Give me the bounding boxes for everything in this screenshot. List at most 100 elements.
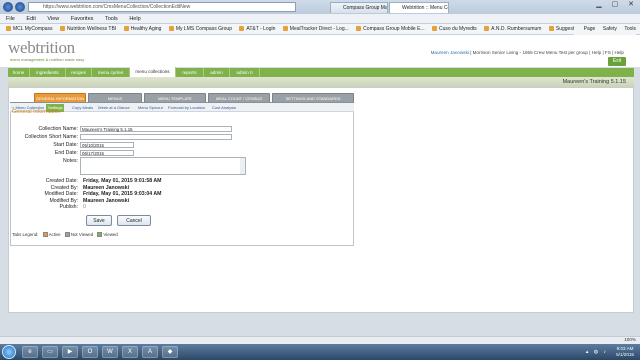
favorite-item[interactable]: Cuso du Myredts bbox=[431, 24, 477, 34]
modified-date-label: Modified Date: bbox=[44, 191, 78, 197]
nav-admin-ii[interactable]: admin II bbox=[230, 68, 260, 77]
favorite-icon bbox=[59, 26, 65, 32]
short-name-input[interactable] bbox=[80, 134, 232, 140]
collection-name-label: Collection Name: bbox=[38, 126, 79, 132]
save-button[interactable]: Save bbox=[86, 215, 112, 226]
media-player-icon[interactable]: ▶ bbox=[62, 346, 78, 358]
legend-viewed: Viewed bbox=[103, 232, 118, 237]
notes-scrollbar[interactable] bbox=[240, 158, 245, 174]
browser-statusbar bbox=[0, 336, 640, 344]
favorite-icon bbox=[282, 26, 288, 32]
legend-not-viewed: Not Viewed bbox=[70, 232, 94, 237]
subnav-copy-meals[interactable]: Copy Meals bbox=[72, 105, 93, 111]
section-heading: General Information bbox=[12, 109, 61, 115]
end-date-label: End Date: bbox=[54, 150, 78, 156]
created-date-value: Friday, May 01, 2015 9:01:58 AM bbox=[83, 178, 162, 184]
page-menu[interactable]: Page bbox=[584, 26, 596, 32]
folder-icon[interactable]: ▭ bbox=[42, 346, 58, 358]
menu-favorites[interactable]: Favorites bbox=[71, 16, 94, 22]
word-icon[interactable]: W bbox=[102, 346, 118, 358]
legend-viewed-swatch bbox=[97, 232, 103, 238]
browser-tab-compass[interactable]: Compass Group Managem... bbox=[330, 2, 388, 13]
menu-view[interactable]: View bbox=[47, 16, 59, 22]
favorite-item[interactable]: A.N.D. Rumbersumum bbox=[484, 24, 541, 34]
favorite-icon bbox=[123, 26, 129, 32]
nav-reports[interactable]: reports bbox=[176, 68, 204, 77]
excel-icon[interactable]: X bbox=[122, 346, 138, 358]
user-name[interactable]: Maureen Janowski bbox=[431, 50, 469, 55]
outlook-icon[interactable]: O bbox=[82, 346, 98, 358]
subnav-menu-spinout[interactable]: Menu Spinout bbox=[138, 105, 163, 111]
clock-date: 5/1/2015 bbox=[616, 352, 634, 357]
favorite-icon bbox=[484, 26, 490, 32]
menu-tools[interactable]: Tools bbox=[105, 16, 118, 22]
modified-by-value: Maureen Janowski bbox=[83, 197, 130, 204]
app-logo[interactable]: webtrition bbox=[8, 38, 75, 58]
tab-menu-template[interactable]: MENU TEMPLATE bbox=[144, 93, 206, 102]
app-icon[interactable]: ◆ bbox=[162, 346, 178, 358]
zoom-level[interactable]: 100% bbox=[624, 337, 636, 342]
favorite-icon bbox=[356, 26, 362, 32]
nav-home[interactable]: home bbox=[8, 68, 30, 77]
favorite-icon bbox=[431, 26, 437, 32]
notes-label: Notes: bbox=[63, 158, 78, 164]
end-date-input[interactable]: 06/17/2015 bbox=[80, 150, 134, 156]
browser-menubar: File Edit View Favorites Tools Help bbox=[0, 14, 640, 24]
tools-menu[interactable]: Tools bbox=[624, 26, 636, 32]
browser-tab-webtrition[interactable]: Webtrition :: Menu Collect... bbox=[389, 2, 449, 13]
app-tagline: menu management & nutrition made easy bbox=[10, 57, 85, 62]
safety-menu[interactable]: Safety bbox=[603, 26, 617, 32]
ie-icon[interactable]: e bbox=[22, 346, 38, 358]
browser-command-bar: Page Safety Tools bbox=[573, 24, 636, 35]
window-controls[interactable]: ▁ ▢ ✕ bbox=[596, 0, 638, 10]
address-bar[interactable]: https://www.webtrition.com/CmsMenuCollec… bbox=[28, 2, 296, 12]
favorite-item[interactable]: Healthy Aging bbox=[123, 24, 161, 34]
collection-name-input[interactable]: Maureen's Training 5.1.15 bbox=[80, 126, 232, 132]
menu-help[interactable]: Help bbox=[129, 16, 140, 22]
cancel-button[interactable]: Cancel bbox=[117, 215, 151, 226]
exit-button[interactable]: Exit bbox=[608, 57, 626, 66]
favorite-item[interactable]: MCL MyCompass bbox=[6, 24, 53, 34]
subnav-forecast-by-location[interactable]: Forecast by Location bbox=[168, 105, 205, 111]
nav-ingredients[interactable]: ingredients bbox=[30, 68, 66, 77]
favorite-item[interactable]: Compass Group Mobile E... bbox=[356, 24, 425, 34]
screen: https://www.webtrition.com/CmsMenuCollec… bbox=[0, 0, 640, 360]
clock[interactable]: 9:03 AM 5/1/2015 bbox=[616, 346, 634, 358]
system-tray[interactable]: ▴ ◍ ♪ bbox=[586, 349, 608, 355]
notes-textarea[interactable] bbox=[80, 157, 246, 175]
favorite-item[interactable]: My LMS Compass Group bbox=[168, 24, 232, 34]
tab-meal-count-census[interactable]: MEAL COUNT / CENSUS bbox=[208, 93, 270, 102]
publish-value: 0 bbox=[83, 204, 86, 210]
forward-icon[interactable] bbox=[15, 2, 25, 12]
favorite-item[interactable]: MealTracker Direct - Log... bbox=[282, 24, 349, 34]
subnav-week-at-a-glance[interactable]: Week at a Glance bbox=[98, 105, 130, 111]
nav-menu-cycles[interactable]: menu cycles bbox=[92, 68, 130, 77]
favorite-item[interactable]: Nutrition Wellness TBI bbox=[59, 24, 116, 34]
created-by-value: Maureen Janowski bbox=[83, 184, 130, 191]
subnav-cost-analysis[interactable]: Cost Analysis bbox=[212, 105, 236, 111]
nav-recipes[interactable]: recipes bbox=[66, 68, 92, 77]
start-button[interactable] bbox=[2, 345, 16, 359]
favorite-icon bbox=[548, 26, 554, 32]
acrobat-icon[interactable]: A bbox=[142, 346, 158, 358]
nav-menu-collections[interactable]: menu collections bbox=[130, 67, 176, 77]
tabs-legend: Tabs Legend: Active Not Viewed Viewed bbox=[12, 232, 118, 238]
start-date-input[interactable]: 05/10/2015 bbox=[80, 142, 134, 148]
created-by-label: Created By: bbox=[50, 184, 78, 191]
modified-by-label: Modified By: bbox=[49, 197, 78, 204]
publish-label: Publish: bbox=[59, 204, 78, 210]
back-icon[interactable] bbox=[3, 2, 13, 12]
menu-edit[interactable]: Edit bbox=[26, 16, 35, 22]
created-date-label: Created Date: bbox=[45, 178, 78, 184]
modified-date-value: Friday, May 01, 2015 9:03:04 AM bbox=[83, 191, 162, 197]
menu-file[interactable]: File bbox=[6, 16, 15, 22]
favorite-icon bbox=[239, 26, 245, 32]
tab-menus[interactable]: MENUS bbox=[88, 93, 142, 102]
tab-general-information[interactable]: GENERAL INFORMATION bbox=[34, 93, 86, 102]
legend-active: Active bbox=[48, 232, 61, 237]
nav-admin[interactable]: admin bbox=[204, 68, 230, 77]
legend-not-viewed-swatch bbox=[64, 232, 70, 238]
tab-settings-standards[interactable]: SETTINGS AND STANDARDS bbox=[272, 93, 354, 102]
favorite-item[interactable]: AT&T - Login bbox=[239, 24, 275, 34]
legend-prefix: Tabs Legend: bbox=[12, 232, 39, 237]
